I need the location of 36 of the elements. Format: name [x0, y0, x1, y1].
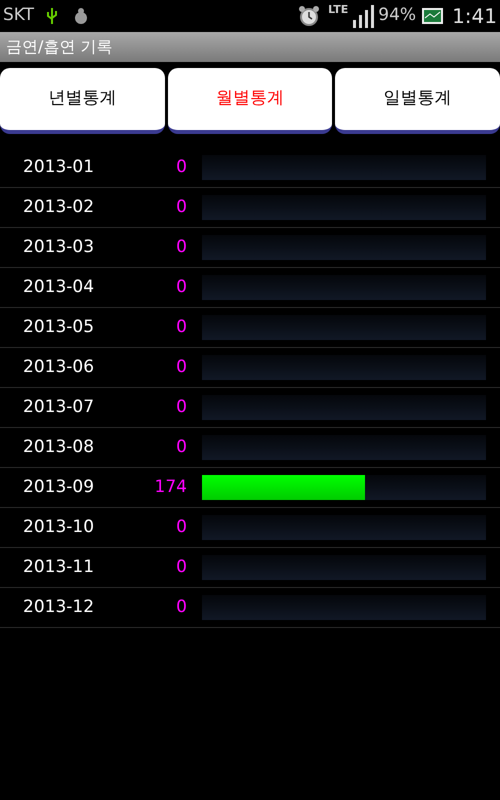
- month-label: 2013-02: [23, 196, 96, 219]
- count: 0: [175, 236, 187, 259]
- month-label: 2013-08: [23, 436, 96, 459]
- tab[interactable]: 월별통계: [168, 68, 332, 134]
- month-label: 2013-11: [23, 556, 96, 579]
- month-label: 2013-09: [23, 476, 96, 499]
- month-label: 2013-07: [23, 396, 96, 419]
- network-type: LTE: [328, 2, 348, 18]
- alarm-clock-icon: [298, 5, 320, 27]
- month-label: 2013-03: [23, 236, 96, 259]
- clock: 1:41: [452, 3, 497, 30]
- tab[interactable]: 일별통계: [335, 68, 500, 134]
- month-label: 2013-06: [23, 356, 96, 379]
- battery-icon: [420, 7, 444, 25]
- count: 0: [175, 556, 187, 579]
- count: 174: [154, 476, 187, 499]
- tab[interactable]: 년별통계: [0, 68, 165, 134]
- carrier-name: SKT: [3, 4, 34, 28]
- month-label: 2013-12: [23, 596, 96, 619]
- count: 0: [175, 436, 187, 459]
- month-label: 2013-04: [23, 276, 96, 299]
- count: 0: [175, 156, 187, 179]
- usb-icon: [46, 7, 58, 25]
- count: 0: [175, 276, 187, 299]
- count: 0: [175, 316, 187, 339]
- count: 0: [175, 596, 187, 619]
- count: 0: [175, 396, 187, 419]
- count: 0: [175, 196, 187, 219]
- month-label: 2013-05: [23, 316, 96, 339]
- count: 0: [175, 356, 187, 379]
- month-label: 2013-01: [23, 156, 96, 179]
- count: 0: [175, 516, 187, 539]
- app-title: 금연/흡연 기록: [6, 36, 112, 58]
- signal-icon: [352, 4, 374, 28]
- month-label: 2013-10: [23, 516, 96, 539]
- battery-percent: 94%: [378, 4, 416, 28]
